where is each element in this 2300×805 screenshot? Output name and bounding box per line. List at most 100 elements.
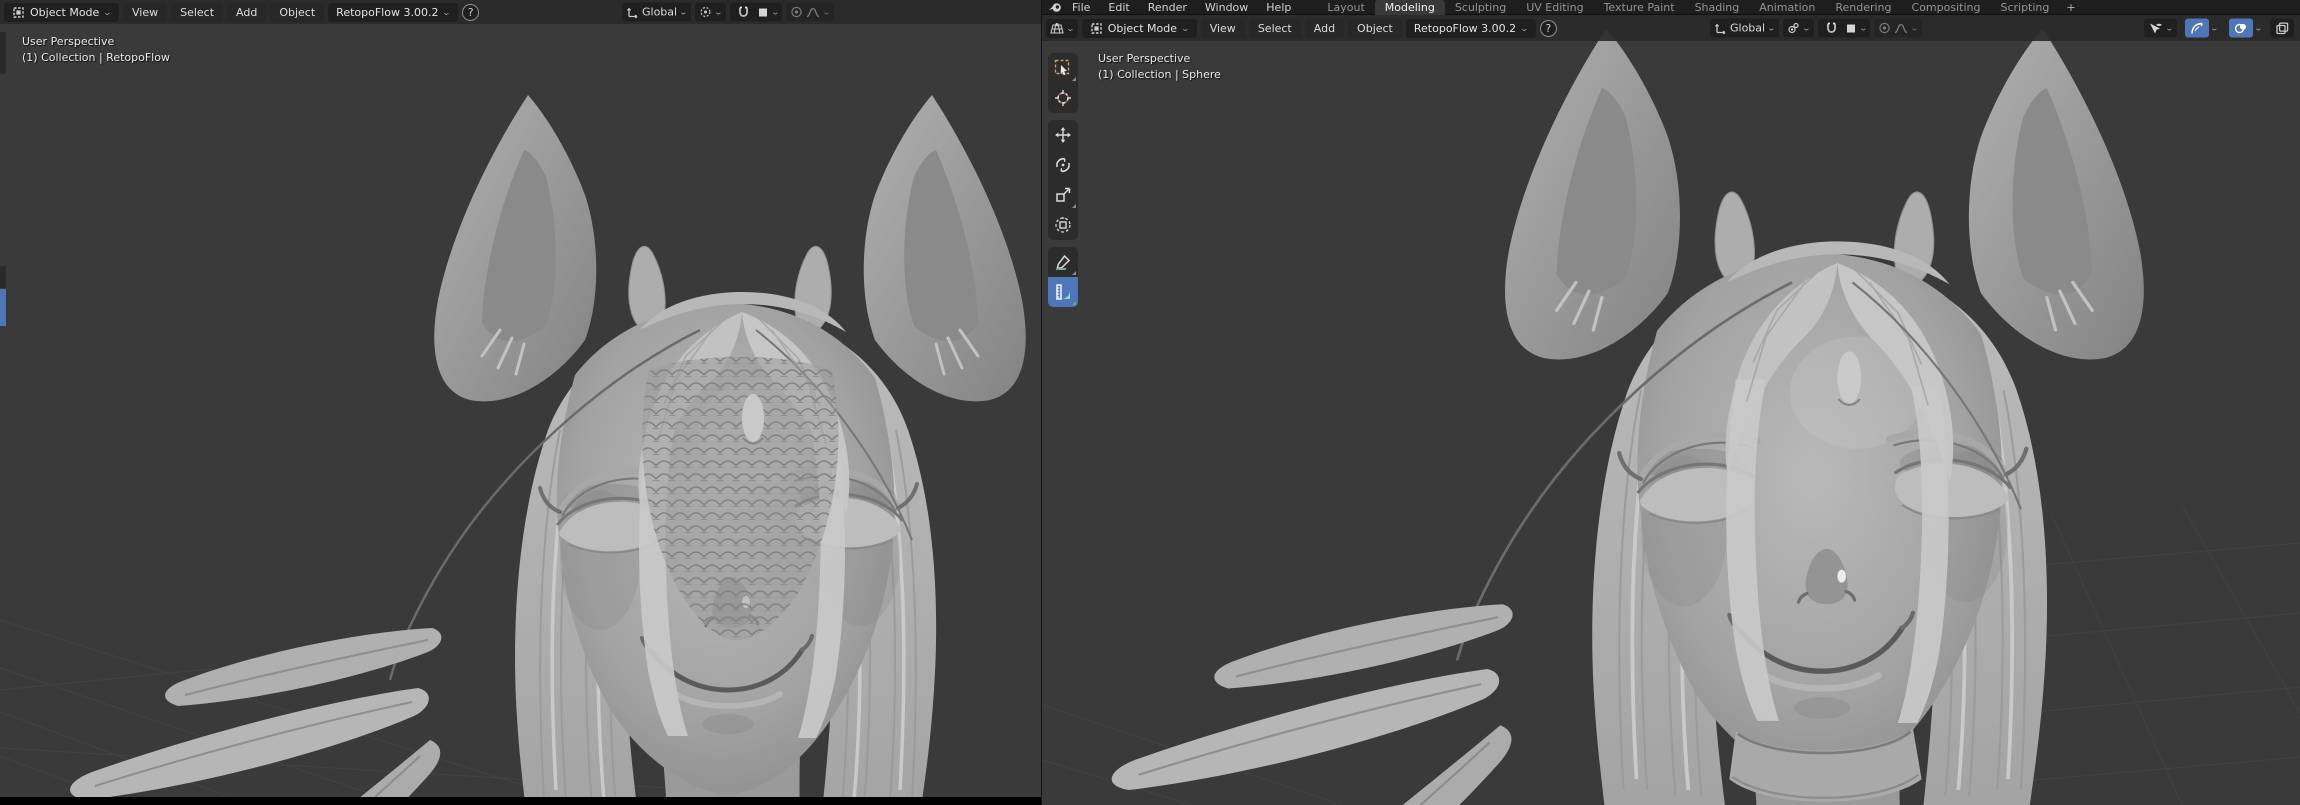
chevron-down-icon: ⌄ [679,8,688,17]
mode-label: Object Mode [1108,22,1177,35]
left-viewport-header: Object Mode ⌄ View Select Add Object Ret… [0,0,1041,24]
falloff-curve-icon[interactable] [1894,22,1908,34]
show-overlays-toggle[interactable] [2229,19,2253,38]
move-tool[interactable] [1048,120,1078,150]
menu-add[interactable]: Add [1305,19,1344,38]
menu-edit[interactable]: Edit [1100,0,1137,15]
chevron-down-icon: ⌄ [1066,24,1075,33]
3d-viewport-editor-icon [1050,22,1064,35]
subtool-indicator [1072,301,1076,305]
view-perspective-label: User Perspective [1098,51,1221,67]
mode-dropdown[interactable]: Object Mode ⌄ [1082,19,1197,38]
snap-target-icon[interactable] [1845,22,1857,34]
falloff-curve-icon[interactable] [806,6,820,18]
menu-window[interactable]: Window [1197,0,1256,15]
tab-rendering[interactable]: Rendering [1825,0,1901,15]
tab-modeling[interactable]: Modeling [1375,0,1445,15]
object-mode-icon [1090,22,1103,35]
menu-select[interactable]: Select [1249,19,1301,38]
right-3d-scene[interactable] [1042,15,2300,805]
tab-compositing[interactable]: Compositing [1902,0,1991,15]
chevron-down-icon: ⌄ [442,8,451,17]
transform-orientation-dropdown[interactable]: Global ⌄ [622,3,691,22]
menu-object[interactable]: Object [270,3,324,22]
select-box-tool[interactable] [1048,53,1078,83]
xray-toggle[interactable] [2270,19,2294,38]
help-button[interactable]: ? [462,4,479,21]
mode-label: Object Mode [30,6,99,19]
menu-help[interactable]: Help [1258,0,1299,15]
proportional-edit-controls: ⌄ [786,3,834,22]
orientation-label: Global [1730,22,1765,35]
retopoflow-dropdown[interactable]: RetopoFlow 3.00.2 ⌄ [1406,19,1536,38]
mode-dropdown[interactable]: Object Mode ⌄ [4,3,119,22]
menu-view[interactable]: View [123,3,167,22]
left-header-middle-controls: Global ⌄ ⌄ ⌄ [622,3,834,22]
pivot-point-dropdown[interactable]: ⌄ [695,3,726,22]
viewport-info-overlay: User Perspective (1) Collection | Sphere [1098,51,1221,83]
orientation-axes-icon [626,6,639,19]
tab-scripting[interactable]: Scripting [1990,0,2059,15]
retopoflow-dropdown[interactable]: RetopoFlow 3.00.2 ⌄ [328,3,458,22]
left-3d-scene[interactable] [0,0,1041,797]
object-mode-icon [12,6,25,19]
tab-uv-editing[interactable]: UV Editing [1516,0,1593,15]
annotate-tool[interactable] [1048,247,1078,277]
proportional-editing-icon[interactable] [1878,22,1891,35]
tab-animation[interactable]: Animation [1749,0,1825,15]
menu-object[interactable]: Object [1348,19,1402,38]
transform-tool[interactable] [1048,210,1078,240]
help-button[interactable]: ? [1540,20,1557,37]
proportional-editing-icon[interactable] [790,6,803,19]
snap-magnet-toggle[interactable] [734,3,754,22]
viewport-toolbar [1048,53,1078,307]
chevron-down-icon: ⌄ [1520,24,1529,33]
chevron-down-icon: ⌄ [2165,24,2174,33]
chevron-down-icon: ⌄ [713,8,722,17]
menu-view[interactable]: View [1201,19,1245,38]
chevron-down-icon: ⌄ [1767,24,1776,33]
tab-sculpting[interactable]: Sculpting [1445,0,1516,15]
pivot-point-dropdown[interactable]: ⌄ [1783,19,1814,38]
menu-select[interactable]: Select [171,3,223,22]
tab-shading[interactable]: Shading [1685,0,1750,15]
menu-render[interactable]: Render [1140,0,1195,15]
object-visibility-dropdown[interactable]: ⌄ [2144,19,2177,38]
snap-magnet-toggle[interactable] [1822,19,1842,38]
select-tool-group [1048,53,1078,113]
rotate-tool[interactable] [1048,150,1078,180]
workspace-tabs: Layout Modeling Sculpting UV Editing Tex… [1317,0,2082,15]
right-blender-window: File Edit Render Window Help Layout Mode… [1041,0,2300,805]
menu-add[interactable]: Add [227,3,266,22]
view-perspective-label: User Perspective [22,34,170,50]
collection-object-label: (1) Collection | Sphere [1098,67,1221,83]
menu-file[interactable]: File [1064,0,1098,15]
clipped-active-tool-sliver [0,289,6,326]
orientation-axes-icon [1714,22,1727,35]
subtool-indicator [1072,77,1076,81]
scale-tool[interactable] [1048,180,1078,210]
tab-layout[interactable]: Layout [1317,0,1374,15]
3d-cursor-tool[interactable] [1048,83,1078,113]
snap-target-icon[interactable] [757,6,769,18]
add-workspace-button[interactable]: + [2059,0,2082,15]
transform-orientation-dropdown[interactable]: Global ⌄ [1710,19,1779,38]
editor-type-dropdown[interactable]: ⌄ [1046,19,1078,38]
show-gizmo-toggle[interactable] [2185,19,2209,38]
chevron-down-icon: ⌄ [1801,24,1810,33]
chevron-down-icon: ⌄ [770,8,779,17]
annotate-tool-group [1048,247,1078,307]
measure-tool-active[interactable] [1048,277,1078,307]
orientation-label: Global [642,6,677,19]
viewport-info-overlay: User Perspective (1) Collection | Retopo… [22,34,170,66]
snap-controls: ⌄ [730,3,783,22]
right-header-view-toggles: ⌄ ⌄ ⌄ [2144,19,2294,38]
tab-texture-paint[interactable]: Texture Paint [1594,0,1685,15]
chevron-down-icon: ⌄ [2254,24,2263,33]
left-3d-viewport-window: Object Mode ⌄ View Select Add Object Ret… [0,0,1041,797]
window-bottom-strip [0,797,1041,805]
right-header-middle-controls: Global ⌄ ⌄ ⌄ [1710,19,1922,38]
chevron-down-icon: ⌄ [1181,24,1190,33]
chevron-down-icon: ⌄ [822,8,831,17]
blender-logo-icon[interactable] [1048,2,1062,13]
